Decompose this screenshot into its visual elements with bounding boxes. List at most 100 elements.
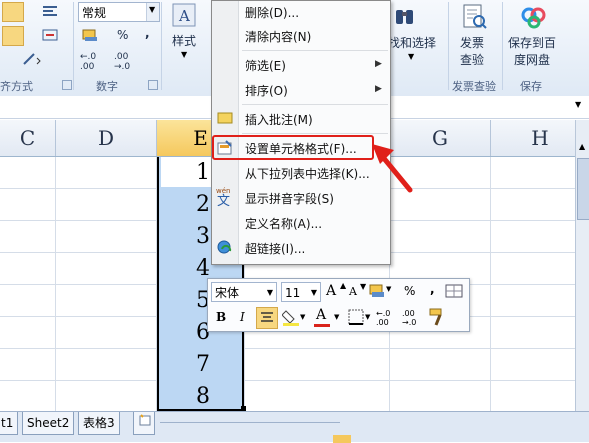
currency-icon [82,29,97,41]
ribbon-separator [448,2,449,90]
orientation-button[interactable] [20,50,42,70]
gridline [0,348,589,349]
invoice-label-2[interactable]: 查验 [460,51,484,68]
ribbon-separator [161,2,162,90]
grow-arrow-icon: ▲ [340,281,347,290]
red-arrow-icon [372,144,413,193]
font-size-combo[interactable]: 11 ▼ [281,282,321,302]
group-invoice-label: 发票查验 [452,80,496,93]
cell-e8[interactable]: 8 [158,384,210,409]
new-sheet-icon [139,414,151,426]
cell-e4[interactable]: 4 [158,256,210,281]
find-select-button[interactable] [394,4,416,26]
font-color-swatch [314,324,330,327]
bold-button[interactable]: B [216,310,226,324]
menu-item-delete[interactable]: 删除(D)... [245,4,299,21]
wrap-text-button[interactable] [40,2,62,22]
align-left-button[interactable] [2,2,24,22]
cell-e3[interactable]: 3 [158,224,210,249]
format-painter-grid-icon[interactable] [445,284,463,298]
styles-icon: A [172,3,196,27]
tab-divider [160,422,340,423]
fill-color-icon[interactable] [282,307,300,327]
font-name-combo[interactable]: 宋体 ▼ [211,282,277,302]
svg-text:文: 文 [217,194,230,207]
tab-sheet3[interactable]: 表格3 [78,412,120,435]
menu-item-clear-contents[interactable]: 清除内容(N) [245,28,311,45]
highlight-box [212,135,374,160]
percent-style-button[interactable]: % [117,28,128,42]
baidu-netdisk-icon [521,7,546,29]
accounting-format-button[interactable] [80,26,102,46]
group-number-label: 数字 [96,80,118,93]
menu-separator [242,50,388,51]
tab-sheet1[interactable]: t1 [0,412,19,435]
align-center-icon [261,312,273,322]
scroll-up-icon[interactable]: ▲ [579,142,585,151]
vertical-scrollbar[interactable]: ▲ [575,120,589,411]
invoice-label-1[interactable]: 发票 [460,34,484,51]
grow-font-button[interactable]: A [326,283,336,299]
increase-decimal-button[interactable]: ←.0 .00 [80,52,110,72]
menu-icon-strip [212,1,239,264]
insert-sheet-button[interactable] [133,412,155,435]
invoice-search-icon [463,4,487,29]
expand-formula-icon[interactable]: ▼ [575,100,581,109]
menu-separator [242,133,388,134]
cell-e7[interactable]: 7 [158,352,210,377]
merge-center-button[interactable] [40,26,62,46]
cell-e5[interactable]: 5 [158,288,210,313]
mini-toolbar: 宋体 ▼ 11 ▼ A ▲ A ▼ ▼ % , B I ▼ A ▼ ▼ ←.0.… [207,278,470,332]
invoice-check-button[interactable] [461,3,487,29]
menu-item-sort[interactable]: 排序(O) [245,82,288,99]
format-painter-icon[interactable] [428,307,448,327]
phonetic-icon: wén文 [216,187,230,207]
wrap-text-icon [43,6,57,16]
cell-e2[interactable]: 2 [158,192,210,217]
cell-e1[interactable]: 1 [158,160,210,185]
ribbon-separator [502,2,503,90]
center-align-button[interactable] [256,307,278,329]
styles-button[interactable]: A [172,3,196,27]
tab-sheet2[interactable]: Sheet2 [22,412,75,435]
comma-button[interactable]: , [430,282,435,296]
decrease-decimal-button[interactable]: .00 →.0 [402,309,426,327]
align-justify-button[interactable] [2,26,24,46]
chevron-down-icon: ▼ [300,313,306,321]
comma-style-button[interactable]: , [145,26,150,40]
chevron-down-icon: ▼ [365,313,371,321]
column-header-c[interactable]: C [0,120,56,156]
gridline [0,380,589,381]
menu-item-show-phonetic[interactable]: 显示拼音字段(S) [245,190,334,207]
find-select-label[interactable]: 找和选择 [388,34,436,51]
orientation-icon [23,53,41,65]
scroll-thumb[interactable] [577,158,589,220]
increase-decimal-button[interactable]: ←.0.00 [376,309,400,327]
number-format-value: 常规 [82,6,107,20]
view-normal-button[interactable] [333,435,351,443]
number-format-combo[interactable]: 常规 ▼ [78,2,160,22]
shrink-font-button[interactable]: A [349,285,357,298]
currency-icon[interactable] [369,283,387,299]
italic-button[interactable]: I [240,310,245,324]
alignment-launcher-icon[interactable] [62,80,72,90]
cell-e6[interactable]: 6 [158,320,210,345]
chevron-down-icon: ▼ [386,285,392,293]
menu-item-insert-comment[interactable]: 插入批注(M) [245,111,313,128]
baidu-label-2[interactable]: 度网盘 [514,51,550,68]
group-alignment-label: 齐方式 [0,80,33,93]
font-color-button[interactable]: A [316,307,326,323]
menu-item-hyperlink[interactable]: 超链接(I)... [245,240,305,257]
chevron-down-icon: ▼ [266,288,273,297]
decrease-decimal-button[interactable]: .00 →.0 [114,52,146,72]
borders-icon[interactable] [348,309,364,325]
column-header-d[interactable]: D [56,120,157,156]
baidu-label-1[interactable]: 保存到百 [508,34,556,51]
menu-item-pick-from-list[interactable]: 从下拉列表中选择(K)... [245,165,370,182]
baidu-save-button[interactable] [519,2,549,30]
percent-button[interactable]: % [404,284,415,298]
number-launcher-icon[interactable] [148,80,158,90]
menu-item-filter[interactable]: 筛选(E) [245,57,286,74]
menu-item-define-name[interactable]: 定义名称(A)... [245,215,322,232]
chevron-down-icon: ▼ [146,3,159,21]
